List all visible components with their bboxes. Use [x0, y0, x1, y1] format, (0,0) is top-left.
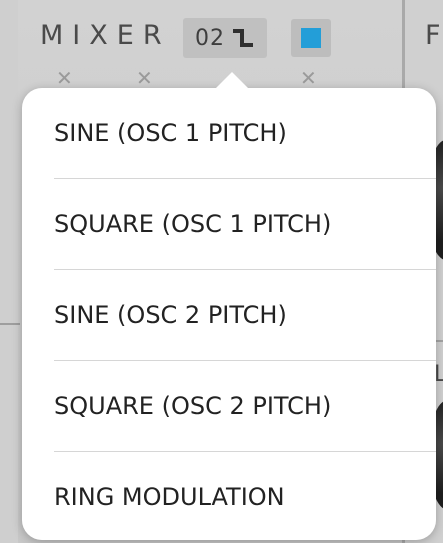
mixer-screen: MIXER 02 F L ✕ ✕ ✕ SINE (OSC 1 PITCH) SQ… — [0, 0, 443, 543]
panel-divider — [0, 323, 20, 325]
left-panel-edge — [0, 0, 18, 543]
menu-item-sine-osc1[interactable]: SINE (OSC 1 PITCH) — [22, 88, 436, 178]
color-select-button[interactable] — [291, 19, 331, 57]
right-panel-title: F — [425, 20, 441, 51]
modulation-source-menu: SINE (OSC 1 PITCH) SQUARE (OSC 1 PITCH) … — [22, 88, 436, 540]
oscillator-selector-button[interactable]: 02 — [183, 18, 267, 58]
menu-item-ring-modulation[interactable]: RING MODULATION — [22, 452, 436, 540]
knob-marker-icon: ✕ — [300, 66, 317, 90]
knob-marker-icon: ✕ — [136, 66, 153, 90]
menu-item-square-osc1[interactable]: SQUARE (OSC 1 PITCH) — [22, 179, 436, 269]
menu-item-sine-osc2[interactable]: SINE (OSC 2 PITCH) — [22, 270, 436, 360]
mixer-title: MIXER — [40, 20, 171, 51]
menu-item-square-osc2[interactable]: SQUARE (OSC 2 PITCH) — [22, 361, 436, 451]
square-wave-icon — [231, 27, 255, 49]
blue-color-swatch — [301, 28, 321, 48]
knob-marker-icon: ✕ — [56, 66, 73, 90]
oscillator-number: 02 — [195, 25, 225, 51]
